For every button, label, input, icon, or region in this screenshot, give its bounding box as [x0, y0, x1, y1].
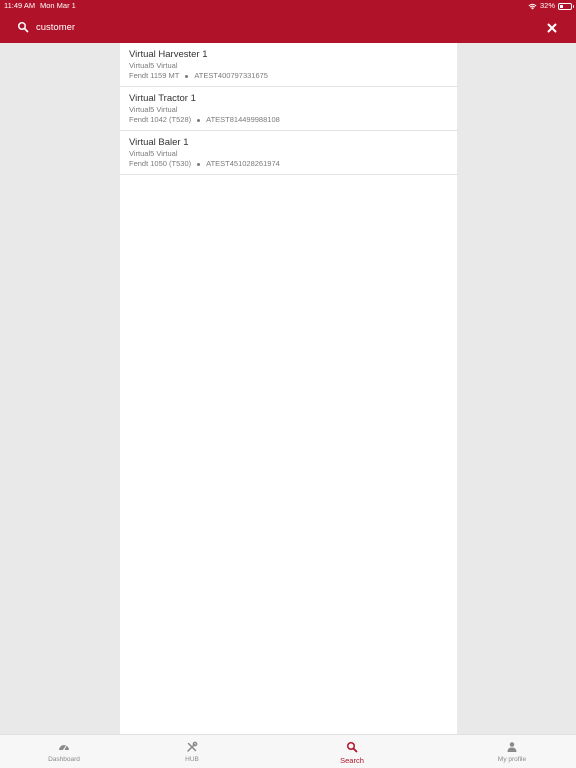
item-subtitle: Virtual5 Virtual: [129, 105, 178, 114]
item-model: Fendt 1159 MT: [129, 71, 180, 80]
status-bar: 11:49 AM Mon Mar 1 32%: [0, 0, 576, 12]
status-time: 11:49 AM: [4, 1, 36, 10]
item-subtitle: Virtual5 Virtual: [129, 149, 178, 158]
list-item[interactable]: Virtual Tractor 1 Virtual5 Virtual Fendt…: [120, 87, 457, 131]
tab-label: HUB: [185, 756, 199, 763]
gauge-icon: [59, 745, 69, 751]
separator-dot: [197, 118, 201, 122]
list-item[interactable]: Virtual Baler 1 Virtual5 Virtual Fendt 1…: [120, 131, 457, 175]
separator-dot: [185, 74, 189, 78]
separator-dot: [197, 162, 201, 166]
tab-label: Dashboard: [48, 756, 80, 763]
search-bar: [0, 12, 576, 43]
close-icon: [547, 23, 557, 33]
battery-percent: 32%: [539, 1, 555, 10]
item-model: Fendt 1042 (T528): [129, 115, 192, 124]
tab-search[interactable]: Search: [312, 735, 392, 768]
tab-label: My profile: [497, 756, 527, 763]
tab-profile[interactable]: My profile: [472, 735, 552, 768]
item-serial: ATEST400797331675: [194, 71, 268, 80]
battery-fill: [560, 4, 564, 8]
search-results-list: Virtual Harvester 1 Virtual5 Virtual Fen…: [120, 43, 457, 734]
tab-label: Search: [340, 756, 364, 765]
item-meta: Fendt 1050 (T530) ATEST451028261974: [129, 159, 448, 169]
item-meta: Fendt 1042 (T528) ATEST814499988108: [129, 115, 448, 125]
search-input[interactable]: [36, 18, 516, 36]
bottom-tab-bar: Dashboard HUB Search My profile: [0, 734, 576, 768]
item-meta: Fendt 1159 MT ATEST400797331675: [129, 71, 448, 81]
item-serial: ATEST814499988108: [206, 115, 280, 124]
item-title: Virtual Harvester 1: [129, 49, 208, 60]
tab-dashboard[interactable]: Dashboard: [24, 735, 104, 768]
person-icon: [507, 742, 517, 752]
item-subtitle: Virtual5 Virtual: [129, 61, 178, 70]
item-title: Virtual Baler 1: [129, 137, 189, 148]
battery-icon: [558, 2, 574, 10]
tools-icon: [187, 741, 198, 752]
header: 11:49 AM Mon Mar 1 32%: [0, 0, 576, 43]
list-item[interactable]: Virtual Harvester 1 Virtual5 Virtual Fen…: [120, 43, 457, 87]
item-title: Virtual Tractor 1: [129, 93, 196, 104]
item-serial: ATEST451028261974: [206, 159, 280, 168]
tab-hub[interactable]: HUB: [152, 735, 232, 768]
wifi-icon: [528, 3, 537, 9]
item-model: Fendt 1050 (T530): [129, 159, 192, 168]
search-icon: [18, 22, 29, 33]
clear-search-button[interactable]: [544, 20, 560, 36]
search-icon: [347, 742, 358, 753]
status-indicators: 32%: [528, 0, 574, 12]
app: 11:49 AM Mon Mar 1 32% customer Virtual …: [0, 0, 576, 768]
status-date: Mon Mar 1: [40, 1, 76, 10]
